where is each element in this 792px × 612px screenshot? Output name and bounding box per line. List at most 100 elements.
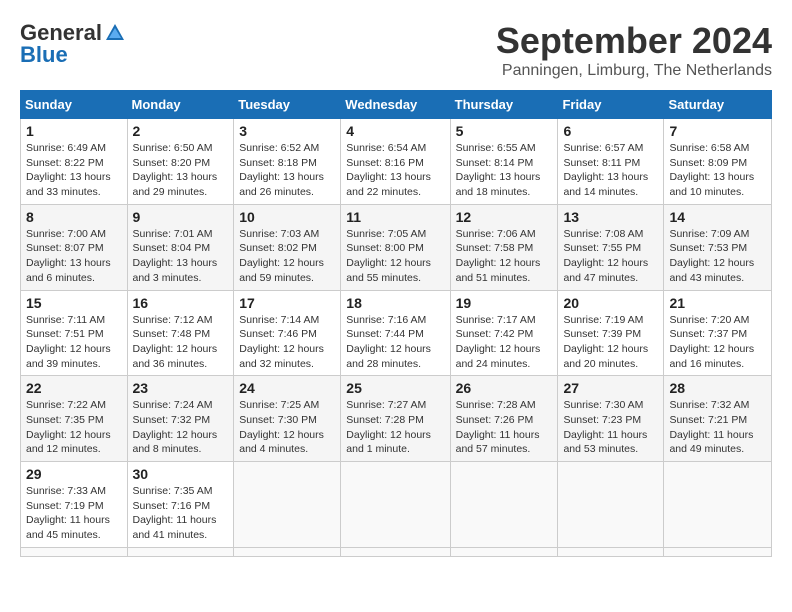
calendar-cell: 2 Sunrise: 6:50 AM Sunset: 8:20 PM Dayli… — [127, 119, 234, 205]
calendar-cell: 21 Sunrise: 7:20 AM Sunset: 7:37 PM Dayl… — [664, 290, 772, 376]
sunset-label: Sunset: 8:00 PM — [346, 242, 424, 254]
day-number: 28 — [669, 380, 766, 396]
daylight-label: Daylight: 12 hours and 12 minutes. — [26, 429, 111, 456]
daylight-label: Daylight: 13 hours and 22 minutes. — [346, 171, 431, 198]
day-info: Sunrise: 6:54 AM Sunset: 8:16 PM Dayligh… — [346, 141, 444, 200]
daylight-label: Daylight: 11 hours and 41 minutes. — [133, 514, 217, 541]
calendar-cell: 14 Sunrise: 7:09 AM Sunset: 7:53 PM Dayl… — [664, 204, 772, 290]
day-info: Sunrise: 6:49 AM Sunset: 8:22 PM Dayligh… — [26, 141, 122, 200]
day-number: 29 — [26, 466, 122, 482]
day-number: 18 — [346, 295, 444, 311]
sunset-label: Sunset: 7:35 PM — [26, 414, 104, 426]
sunrise-label: Sunrise: 7:12 AM — [133, 314, 213, 326]
calendar-cell: 9 Sunrise: 7:01 AM Sunset: 8:04 PM Dayli… — [127, 204, 234, 290]
sunset-label: Sunset: 7:28 PM — [346, 414, 424, 426]
daylight-label: Daylight: 12 hours and 39 minutes. — [26, 343, 111, 370]
sunset-label: Sunset: 7:48 PM — [133, 328, 211, 340]
calendar-cell: 25 Sunrise: 7:27 AM Sunset: 7:28 PM Dayl… — [341, 376, 450, 462]
calendar-cell: 30 Sunrise: 7:35 AM Sunset: 7:16 PM Dayl… — [127, 462, 234, 548]
sunset-label: Sunset: 7:55 PM — [563, 242, 641, 254]
sunrise-label: Sunrise: 7:30 AM — [563, 399, 643, 411]
day-number: 10 — [239, 209, 335, 225]
calendar-cell: 20 Sunrise: 7:19 AM Sunset: 7:39 PM Dayl… — [558, 290, 664, 376]
daylight-label: Daylight: 13 hours and 14 minutes. — [563, 171, 648, 198]
day-info: Sunrise: 7:05 AM Sunset: 8:00 PM Dayligh… — [346, 227, 444, 286]
sunrise-label: Sunrise: 7:20 AM — [669, 314, 749, 326]
day-info: Sunrise: 6:55 AM Sunset: 8:14 PM Dayligh… — [456, 141, 553, 200]
day-info: Sunrise: 7:12 AM Sunset: 7:48 PM Dayligh… — [133, 313, 229, 372]
calendar-cell: 26 Sunrise: 7:28 AM Sunset: 7:26 PM Dayl… — [450, 376, 558, 462]
day-number: 26 — [456, 380, 553, 396]
sunrise-label: Sunrise: 7:11 AM — [26, 314, 105, 326]
daylight-label: Daylight: 13 hours and 33 minutes. — [26, 171, 111, 198]
day-info: Sunrise: 7:19 AM Sunset: 7:39 PM Dayligh… — [563, 313, 658, 372]
day-info: Sunrise: 7:20 AM Sunset: 7:37 PM Dayligh… — [669, 313, 766, 372]
calendar-cell: 17 Sunrise: 7:14 AM Sunset: 7:46 PM Dayl… — [234, 290, 341, 376]
sunrise-label: Sunrise: 6:58 AM — [669, 142, 749, 154]
sunset-label: Sunset: 7:44 PM — [346, 328, 424, 340]
daylight-label: Daylight: 13 hours and 29 minutes. — [133, 171, 218, 198]
daylight-label: Daylight: 12 hours and 4 minutes. — [239, 429, 324, 456]
calendar-cell: 27 Sunrise: 7:30 AM Sunset: 7:23 PM Dayl… — [558, 376, 664, 462]
daylight-label: Daylight: 13 hours and 10 minutes. — [669, 171, 754, 198]
calendar-cell: 19 Sunrise: 7:17 AM Sunset: 7:42 PM Dayl… — [450, 290, 558, 376]
day-number: 4 — [346, 123, 444, 139]
logo-icon — [104, 22, 126, 44]
daylight-label: Daylight: 11 hours and 45 minutes. — [26, 514, 110, 541]
calendar-cell — [664, 462, 772, 548]
calendar-cell: 6 Sunrise: 6:57 AM Sunset: 8:11 PM Dayli… — [558, 119, 664, 205]
sunrise-label: Sunrise: 7:00 AM — [26, 228, 106, 240]
weekday-header-friday: Friday — [558, 91, 664, 119]
sunrise-label: Sunrise: 6:57 AM — [563, 142, 643, 154]
daylight-label: Daylight: 13 hours and 6 minutes. — [26, 257, 111, 284]
calendar-cell: 15 Sunrise: 7:11 AM Sunset: 7:51 PM Dayl… — [21, 290, 128, 376]
daylight-label: Daylight: 12 hours and 36 minutes. — [133, 343, 218, 370]
title-area: September 2024 Panningen, Limburg, The N… — [496, 20, 772, 80]
sunset-label: Sunset: 7:32 PM — [133, 414, 211, 426]
calendar-cell — [450, 547, 558, 556]
sunset-label: Sunset: 8:04 PM — [133, 242, 211, 254]
day-number: 22 — [26, 380, 122, 396]
sunset-label: Sunset: 8:20 PM — [133, 157, 211, 169]
day-number: 19 — [456, 295, 553, 311]
sunrise-label: Sunrise: 7:09 AM — [669, 228, 749, 240]
day-info: Sunrise: 6:52 AM Sunset: 8:18 PM Dayligh… — [239, 141, 335, 200]
day-number: 2 — [133, 123, 229, 139]
calendar-cell: 16 Sunrise: 7:12 AM Sunset: 7:48 PM Dayl… — [127, 290, 234, 376]
calendar-cell — [664, 547, 772, 556]
calendar-cell: 11 Sunrise: 7:05 AM Sunset: 8:00 PM Dayl… — [341, 204, 450, 290]
daylight-label: Daylight: 11 hours and 49 minutes. — [669, 429, 753, 456]
calendar-cell: 28 Sunrise: 7:32 AM Sunset: 7:21 PM Dayl… — [664, 376, 772, 462]
day-number: 24 — [239, 380, 335, 396]
day-number: 6 — [563, 123, 658, 139]
calendar-cell: 10 Sunrise: 7:03 AM Sunset: 8:02 PM Dayl… — [234, 204, 341, 290]
day-number: 15 — [26, 295, 122, 311]
weekday-header-sunday: Sunday — [21, 91, 128, 119]
sunrise-label: Sunrise: 7:25 AM — [239, 399, 319, 411]
day-info: Sunrise: 7:30 AM Sunset: 7:23 PM Dayligh… — [563, 398, 658, 457]
daylight-label: Daylight: 12 hours and 43 minutes. — [669, 257, 754, 284]
day-number: 21 — [669, 295, 766, 311]
daylight-label: Daylight: 13 hours and 26 minutes. — [239, 171, 324, 198]
sunset-label: Sunset: 7:21 PM — [669, 414, 747, 426]
sunset-label: Sunset: 7:58 PM — [456, 242, 534, 254]
day-number: 14 — [669, 209, 766, 225]
daylight-label: Daylight: 12 hours and 32 minutes. — [239, 343, 324, 370]
day-number: 11 — [346, 209, 444, 225]
day-info: Sunrise: 7:09 AM Sunset: 7:53 PM Dayligh… — [669, 227, 766, 286]
sunset-label: Sunset: 8:11 PM — [563, 157, 640, 169]
sunrise-label: Sunrise: 7:22 AM — [26, 399, 106, 411]
calendar-cell — [341, 547, 450, 556]
calendar-cell: 24 Sunrise: 7:25 AM Sunset: 7:30 PM Dayl… — [234, 376, 341, 462]
weekday-header-wednesday: Wednesday — [341, 91, 450, 119]
sunset-label: Sunset: 7:51 PM — [26, 328, 104, 340]
day-info: Sunrise: 6:58 AM Sunset: 8:09 PM Dayligh… — [669, 141, 766, 200]
daylight-label: Daylight: 12 hours and 1 minute. — [346, 429, 431, 456]
day-info: Sunrise: 7:25 AM Sunset: 7:30 PM Dayligh… — [239, 398, 335, 457]
daylight-label: Daylight: 12 hours and 47 minutes. — [563, 257, 648, 284]
sunrise-label: Sunrise: 7:17 AM — [456, 314, 536, 326]
sunrise-label: Sunrise: 7:06 AM — [456, 228, 536, 240]
sunrise-label: Sunrise: 6:52 AM — [239, 142, 319, 154]
daylight-label: Daylight: 12 hours and 24 minutes. — [456, 343, 541, 370]
day-number: 25 — [346, 380, 444, 396]
